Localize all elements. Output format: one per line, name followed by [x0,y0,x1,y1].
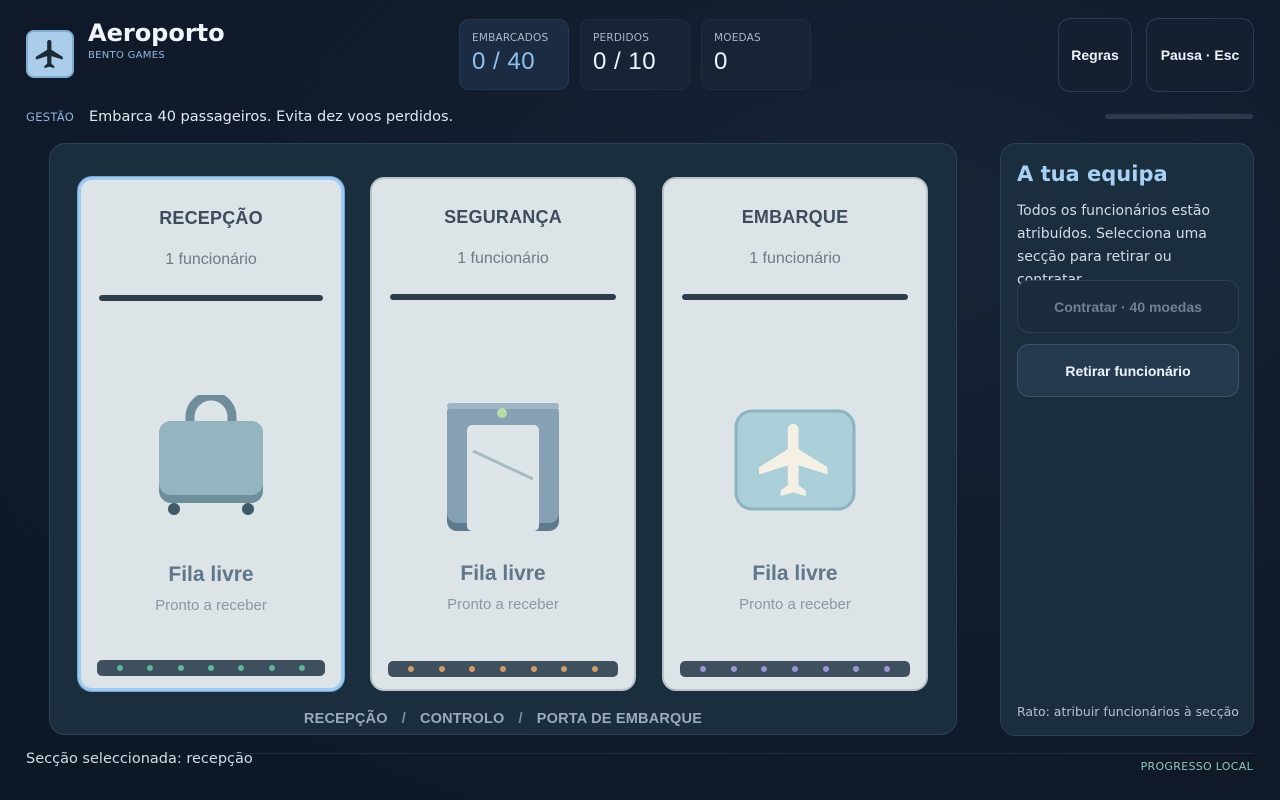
stat-label: PERDIDOS [593,32,650,44]
stage-label-reception: RECEPÇÃO [303,711,388,727]
section-status: Fila livre [168,563,254,586]
panel-title: A tua equipa [1017,162,1168,186]
queue-slots [680,661,910,677]
queue-slot [499,666,506,672]
queue-slot [561,666,568,672]
section-title: SEGURANÇA [444,207,562,227]
app-subtitle: BENTO GAMES [88,50,166,61]
footer-divider [232,753,1254,754]
queue-slot [207,665,214,671]
stage-separator: / [518,711,523,727]
stat-value: 0 / 10 [593,48,657,75]
section-card-reception[interactable]: RECEPÇÃO 1 funcionário Fila livre Pronto… [78,177,344,691]
queue-slot [177,665,184,671]
section-status: Fila livre [460,562,546,585]
stage-label-control: CONTROLO [419,711,505,727]
section-staff-count: 1 funcionário [165,251,257,268]
panel-description: Todos os funcionários estão atribuídos. … [1017,203,1211,288]
section-card-security[interactable]: SEGURANÇA 1 funcionário Fila livre Pront… [370,177,636,691]
stat-label: EMBARCADOS [472,32,549,44]
queue-slot [761,666,768,672]
objective-text: Embarca 40 passageiros. Evita dez voos p… [89,109,454,125]
stat-label: MOEDAS [714,32,761,44]
queue-slot [530,666,537,672]
section-substatus: Pronto a receber [155,597,267,614]
queue-slot [298,665,305,671]
queue-slot [238,665,245,671]
stat-lost: PERDIDOS 0 / 10 [580,19,690,90]
stat-value: 0 / 40 [472,48,536,75]
security-scanner-icon [447,403,559,531]
airplane-icon [734,409,856,511]
board-stage-labels: RECEPÇÃO / CONTROLO / PORTA DE EMBARQUE [50,711,956,727]
queue-slot [408,666,415,672]
hire-button[interactable]: Contratar · 40 moedas [1017,280,1239,333]
section-timer-bar [99,295,323,301]
queue-slot [791,666,798,672]
section-substatus: Pronto a receber [447,596,559,613]
queue-slot [147,665,154,671]
queue-slot [117,665,124,671]
queue-slot [469,666,476,672]
local-progress-label: PROGRESSO LOCAL [1140,760,1253,773]
stage-label-gate: PORTA DE EMBARQUE [536,711,703,727]
team-panel: A tua equipa Todos os funcionários estão… [1000,143,1254,736]
stat-value: 0 [714,48,728,75]
section-title: RECEPÇÃO [159,208,263,228]
section-card-boarding[interactable]: EMBARQUE 1 funcionário Fila livre Pronto… [662,177,928,691]
game-board: RECEPÇÃO 1 funcionário Fila livre Pronto… [49,143,957,735]
airplane-icon [35,39,63,69]
app-logo [26,30,74,78]
queue-slot [438,666,445,672]
section-timer-bar [390,294,616,300]
section-substatus: Pronto a receber [739,596,851,613]
section-title: EMBARQUE [741,207,849,227]
section-staff-count: 1 funcionário [749,250,841,267]
pause-button[interactable]: Pausa · Esc [1146,18,1254,92]
queue-slot [853,666,860,672]
section-timer-bar [682,294,908,300]
app-title: Aeroporto [88,19,225,47]
panel-hint: Rato: atribuir funcionários à secção [1017,704,1239,719]
selected-section-status: Secção seleccionada: recepção [26,751,253,767]
queue-slot [883,666,890,672]
stat-boarded: EMBARCADOS 0 / 40 [459,19,569,90]
queue-slot [268,665,275,671]
queue-slots [97,660,325,676]
queue-slot [822,666,829,672]
queue-slots [388,661,618,677]
section-staff-count: 1 funcionário [457,250,549,267]
suitcase-icon [159,395,263,515]
progress-bar [1105,114,1253,119]
stat-coins: MOEDAS 0 [701,19,811,90]
remove-staff-button[interactable]: Retirar funcionário [1017,344,1239,397]
section-status: Fila livre [752,562,838,585]
rules-button[interactable]: Regras [1058,18,1132,92]
queue-slot [730,666,737,672]
queue-slot [700,666,707,672]
stage-separator: / [401,711,406,727]
mode-label: GESTÃO [26,110,75,124]
queue-slot [591,666,598,672]
